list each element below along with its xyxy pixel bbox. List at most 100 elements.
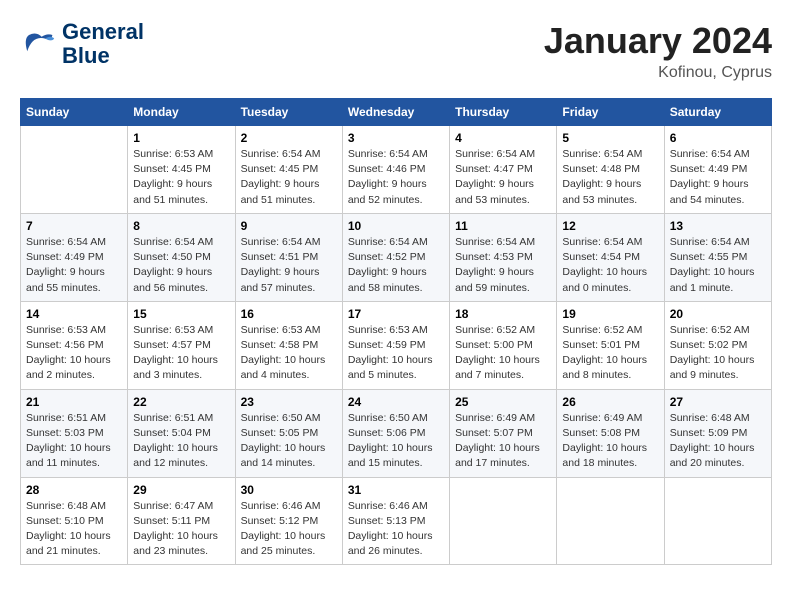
logo-line2: Blue	[62, 44, 144, 68]
day-number: 6	[670, 131, 766, 145]
calendar-cell: 9 Sunrise: 6:54 AM Sunset: 4:51 PM Daylig…	[235, 213, 342, 301]
day-info: Sunrise: 6:54 AM Sunset: 4:52 PM Dayligh…	[348, 235, 444, 296]
logo: General Blue	[20, 20, 144, 68]
calendar-cell: 24Sunrise: 6:50 AM Sunset: 5:06 PM Dayli…	[342, 389, 449, 477]
calendar-cell: 10 Sunrise: 6:54 AM Sunset: 4:52 PM Dayli…	[342, 213, 449, 301]
day-info: Sunrise: 6:52 AM Sunset: 5:01 PM Dayligh…	[562, 323, 658, 384]
day-info: Sunrise: 6:54 AM Sunset: 4:51 PM Dayligh…	[241, 235, 337, 296]
header-saturday: Saturday	[664, 99, 771, 126]
calendar-cell: 4Sunrise: 6:54 AM Sunset: 4:47 PM Daylig…	[450, 126, 557, 214]
header-thursday: Thursday	[450, 99, 557, 126]
calendar-cell: 8 Sunrise: 6:54 AM Sunset: 4:50 PM Daylig…	[128, 213, 235, 301]
day-number: 23	[241, 395, 337, 409]
page-header: General Blue January 2024 Kofinou, Cypru…	[20, 20, 772, 82]
calendar-cell: 14Sunrise: 6:53 AM Sunset: 4:56 PM Dayli…	[21, 301, 128, 389]
calendar-cell: 11 Sunrise: 6:54 AM Sunset: 4:53 PM Dayli…	[450, 213, 557, 301]
day-number: 19	[562, 307, 658, 321]
day-number: 14	[26, 307, 122, 321]
day-info: Sunrise: 6:53 AM Sunset: 4:58 PM Dayligh…	[241, 323, 337, 384]
calendar-week-row: 1 Sunrise: 6:53 AM Sunset: 4:45 PM Daylig…	[21, 126, 772, 214]
calendar-cell: 12Sunrise: 6:54 AM Sunset: 4:54 PM Dayli…	[557, 213, 664, 301]
day-number: 15	[133, 307, 229, 321]
logo-line1: General	[62, 20, 144, 44]
calendar-cell: 28 Sunrise: 6:48 AM Sunset: 5:10 PM Dayli…	[21, 477, 128, 565]
calendar-cell	[664, 477, 771, 565]
calendar-cell	[557, 477, 664, 565]
calendar-cell: 25 Sunrise: 6:49 AM Sunset: 5:07 PM Dayli…	[450, 389, 557, 477]
header-sunday: Sunday	[21, 99, 128, 126]
title-block: January 2024 Kofinou, Cyprus	[544, 20, 772, 82]
calendar-cell: 3 Sunrise: 6:54 AM Sunset: 4:46 PM Daylig…	[342, 126, 449, 214]
day-info: Sunrise: 6:52 AM Sunset: 5:00 PM Dayligh…	[455, 323, 551, 384]
calendar-cell: 20 Sunrise: 6:52 AM Sunset: 5:02 PM Dayli…	[664, 301, 771, 389]
day-info: Sunrise: 6:46 AM Sunset: 5:13 PM Dayligh…	[348, 499, 444, 560]
calendar-cell: 17 Sunrise: 6:53 AM Sunset: 4:59 PM Dayli…	[342, 301, 449, 389]
calendar-cell: 6 Sunrise: 6:54 AM Sunset: 4:49 PM Daylig…	[664, 126, 771, 214]
day-info: Sunrise: 6:47 AM Sunset: 5:11 PM Dayligh…	[133, 499, 229, 560]
day-info: Sunrise: 6:46 AM Sunset: 5:12 PM Dayligh…	[241, 499, 337, 560]
day-info: Sunrise: 6:54 AM Sunset: 4:45 PM Dayligh…	[241, 147, 337, 208]
calendar-cell: 23 Sunrise: 6:50 AM Sunset: 5:05 PM Dayli…	[235, 389, 342, 477]
day-number: 1	[133, 131, 229, 145]
day-info: Sunrise: 6:48 AM Sunset: 5:09 PM Dayligh…	[670, 411, 766, 472]
day-number: 3	[348, 131, 444, 145]
calendar-cell: 1 Sunrise: 6:53 AM Sunset: 4:45 PM Daylig…	[128, 126, 235, 214]
day-number: 16	[241, 307, 337, 321]
day-number: 4	[455, 131, 551, 145]
header-tuesday: Tuesday	[235, 99, 342, 126]
day-number: 10	[348, 219, 444, 233]
month-title: January 2024	[544, 20, 772, 62]
calendar-cell: 16 Sunrise: 6:53 AM Sunset: 4:58 PM Dayli…	[235, 301, 342, 389]
day-number: 20	[670, 307, 766, 321]
calendar-cell: 7Sunrise: 6:54 AM Sunset: 4:49 PM Daylig…	[21, 213, 128, 301]
day-number: 24	[348, 395, 444, 409]
day-number: 18	[455, 307, 551, 321]
calendar-header-row: SundayMondayTuesdayWednesdayThursdayFrid…	[21, 99, 772, 126]
day-info: Sunrise: 6:53 AM Sunset: 4:45 PM Dayligh…	[133, 147, 229, 208]
calendar-cell: 30 Sunrise: 6:46 AM Sunset: 5:12 PM Dayli…	[235, 477, 342, 565]
day-number: 27	[670, 395, 766, 409]
day-number: 31	[348, 483, 444, 497]
day-info: Sunrise: 6:48 AM Sunset: 5:10 PM Dayligh…	[26, 499, 122, 560]
day-info: Sunrise: 6:49 AM Sunset: 5:07 PM Dayligh…	[455, 411, 551, 472]
day-info: Sunrise: 6:51 AM Sunset: 5:03 PM Dayligh…	[26, 411, 122, 472]
day-info: Sunrise: 6:51 AM Sunset: 5:04 PM Dayligh…	[133, 411, 229, 472]
day-info: Sunrise: 6:50 AM Sunset: 5:05 PM Dayligh…	[241, 411, 337, 472]
day-number: 26	[562, 395, 658, 409]
calendar-cell: 18 Sunrise: 6:52 AM Sunset: 5:00 PM Dayli…	[450, 301, 557, 389]
calendar-cell: 21Sunrise: 6:51 AM Sunset: 5:03 PM Dayli…	[21, 389, 128, 477]
day-number: 7	[26, 219, 122, 233]
calendar-cell: 13Sunrise: 6:54 AM Sunset: 4:55 PM Dayli…	[664, 213, 771, 301]
day-number: 8	[133, 219, 229, 233]
day-info: Sunrise: 6:54 AM Sunset: 4:46 PM Dayligh…	[348, 147, 444, 208]
calendar-week-row: 14Sunrise: 6:53 AM Sunset: 4:56 PM Dayli…	[21, 301, 772, 389]
day-info: Sunrise: 6:54 AM Sunset: 4:53 PM Dayligh…	[455, 235, 551, 296]
day-number: 28	[26, 483, 122, 497]
calendar-cell	[450, 477, 557, 565]
day-number: 17	[348, 307, 444, 321]
calendar-cell: 2 Sunrise: 6:54 AM Sunset: 4:45 PM Daylig…	[235, 126, 342, 214]
calendar-table: SundayMondayTuesdayWednesdayThursdayFrid…	[20, 98, 772, 565]
calendar-cell: 22 Sunrise: 6:51 AM Sunset: 5:04 PM Dayli…	[128, 389, 235, 477]
day-info: Sunrise: 6:54 AM Sunset: 4:49 PM Dayligh…	[670, 147, 766, 208]
calendar-week-row: 28 Sunrise: 6:48 AM Sunset: 5:10 PM Dayli…	[21, 477, 772, 565]
day-number: 25	[455, 395, 551, 409]
day-info: Sunrise: 6:49 AM Sunset: 5:08 PM Dayligh…	[562, 411, 658, 472]
day-number: 30	[241, 483, 337, 497]
location-title: Kofinou, Cyprus	[544, 64, 772, 82]
day-number: 2	[241, 131, 337, 145]
day-info: Sunrise: 6:54 AM Sunset: 4:50 PM Dayligh…	[133, 235, 229, 296]
calendar-week-row: 7Sunrise: 6:54 AM Sunset: 4:49 PM Daylig…	[21, 213, 772, 301]
calendar-cell	[21, 126, 128, 214]
day-info: Sunrise: 6:54 AM Sunset: 4:55 PM Dayligh…	[670, 235, 766, 296]
day-number: 22	[133, 395, 229, 409]
day-info: Sunrise: 6:52 AM Sunset: 5:02 PM Dayligh…	[670, 323, 766, 384]
day-number: 9	[241, 219, 337, 233]
day-info: Sunrise: 6:53 AM Sunset: 4:59 PM Dayligh…	[348, 323, 444, 384]
calendar-cell: 26 Sunrise: 6:49 AM Sunset: 5:08 PM Dayli…	[557, 389, 664, 477]
calendar-cell: 5Sunrise: 6:54 AM Sunset: 4:48 PM Daylig…	[557, 126, 664, 214]
header-monday: Monday	[128, 99, 235, 126]
header-friday: Friday	[557, 99, 664, 126]
day-number: 11	[455, 219, 551, 233]
day-number: 29	[133, 483, 229, 497]
